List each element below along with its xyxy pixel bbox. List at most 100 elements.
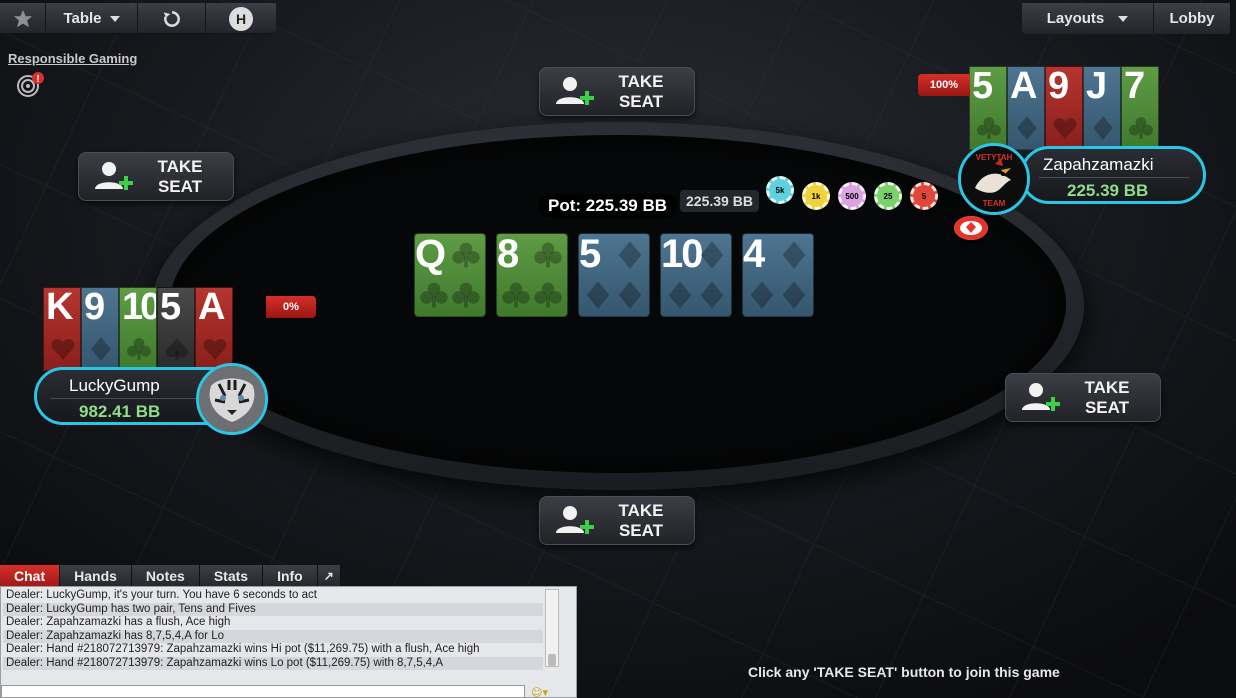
- popout-icon[interactable]: ↗: [317, 565, 341, 586]
- hand-history-button[interactable]: H: [206, 3, 276, 34]
- hand-history-icon: H: [229, 6, 253, 31]
- take-seat-label: TAKE SEAT: [157, 156, 203, 196]
- divider: [51, 398, 201, 399]
- top-right-toolbar: Layouts Lobby: [1022, 3, 1230, 34]
- diamonds-icon: [615, 280, 645, 310]
- card-rank: 10: [661, 233, 703, 276]
- clubs-icon: [533, 240, 563, 270]
- hole-card: 5: [969, 66, 1007, 150]
- take-seat-label: TAKE SEAT: [618, 71, 664, 111]
- board-card: 4: [742, 233, 814, 317]
- card-rank: Q: [415, 233, 446, 276]
- chat-line: Dealer: LuckyGump has two pair, Tens and…: [3, 602, 543, 616]
- player-stack: 225.39 BB: [1067, 181, 1149, 200]
- hole-card: 10: [119, 287, 157, 371]
- equity-badge: 100%: [918, 74, 970, 96]
- avatar-text-top: VETYTAH: [976, 153, 1013, 162]
- chat-input[interactable]: [1, 685, 525, 698]
- responsible-gaming-target-icon[interactable]: !: [12, 72, 46, 98]
- chevron-down-icon: [109, 15, 120, 22]
- player-name: LuckyGump: [69, 376, 160, 395]
- hearts-icon: [202, 336, 228, 362]
- diamonds-icon: [697, 280, 727, 310]
- hearts-icon: [50, 336, 76, 362]
- player-plate-zapahzamazki[interactable]: Zapahzamazki 225.39 BB: [1020, 146, 1206, 204]
- card-rank: J: [1086, 66, 1107, 107]
- diamonds-icon: [665, 280, 695, 310]
- diamonds-icon: [779, 240, 809, 270]
- clubs-icon: [1128, 115, 1154, 141]
- card-rank: 9: [1048, 66, 1069, 107]
- refresh-icon: [163, 10, 180, 27]
- top-toolbar: Table H: [0, 3, 276, 34]
- responsible-gaming-link[interactable]: Responsible Gaming: [8, 51, 137, 66]
- card-rank: A: [198, 287, 226, 328]
- clubs-icon: [501, 280, 531, 310]
- tab-info[interactable]: Info: [263, 565, 318, 586]
- chat-line: Dealer: LuckyGump, it's your turn. You h…: [6, 589, 317, 601]
- emoji-icon[interactable]: ☺▾: [531, 686, 548, 698]
- chat-log: Dealer: LuckyGump, it's your turn. You h…: [3, 589, 543, 670]
- diamonds-icon: [1090, 115, 1116, 141]
- take-seat-button-top[interactable]: TAKE SEAT: [539, 67, 695, 116]
- chat-panel: Dealer: LuckyGump, it's your turn. You h…: [0, 586, 577, 698]
- rebuy-button[interactable]: [138, 3, 206, 34]
- poker-chip: 25: [874, 182, 902, 210]
- card-rank: 5: [972, 66, 993, 107]
- hole-card: K: [43, 287, 81, 371]
- diamonds-icon: [615, 240, 645, 270]
- clubs-icon: [451, 280, 481, 310]
- pot-label: Pot: 225.39 BB: [538, 194, 678, 218]
- poker-chip: 500: [838, 182, 866, 210]
- player-name: Zapahzamazki: [1043, 155, 1154, 174]
- dealer-button: [954, 216, 988, 240]
- take-seat-label: TAKE SEAT: [618, 500, 664, 540]
- tab-hands[interactable]: Hands: [60, 565, 132, 586]
- board-card: 10: [660, 233, 732, 317]
- table-menu-label: Table: [63, 10, 102, 27]
- lobby-button[interactable]: Lobby: [1154, 3, 1230, 34]
- add-user-icon: [1018, 378, 1062, 418]
- diamonds-icon: [697, 240, 727, 270]
- add-user-icon: [552, 72, 596, 112]
- player-avatar[interactable]: VETYTAH TEAM: [958, 143, 1030, 215]
- diamonds-icon: [779, 280, 809, 310]
- hole-card: A: [1007, 66, 1045, 150]
- chat-line: Dealer: Zapahzamazki has 8,7,5,4,A for L…: [3, 629, 543, 643]
- chat-tabs: Chat Hands Notes Stats Info ↗: [0, 565, 341, 586]
- player-stack: 982.41 BB: [79, 402, 161, 421]
- avatar-text-bottom: TEAM: [983, 199, 1006, 208]
- take-seat-button-left[interactable]: TAKE SEAT: [78, 152, 234, 201]
- bet-amount: 225.39 BB: [680, 190, 759, 212]
- scroll-thumb[interactable]: [548, 654, 556, 666]
- tab-chat[interactable]: Chat: [0, 565, 61, 586]
- take-seat-hint: Click any 'TAKE SEAT' button to join thi…: [748, 664, 1060, 680]
- chat-line: Dealer: Hand #218072713979: Zapahzamazki…: [6, 643, 480, 655]
- clubs-icon: [126, 336, 152, 362]
- add-user-icon: [552, 501, 596, 541]
- tab-notes[interactable]: Notes: [131, 565, 200, 586]
- hole-card: 7: [1121, 66, 1159, 150]
- poker-chip: 5: [910, 182, 938, 210]
- board-card: 8: [496, 233, 568, 317]
- layouts-menu-button[interactable]: Layouts: [1022, 3, 1154, 34]
- equity-badge: 0%: [266, 296, 316, 318]
- spades-icon: [164, 336, 190, 362]
- diamonds-icon: [1014, 115, 1040, 141]
- hole-card: 9: [1045, 66, 1083, 150]
- take-seat-button-right[interactable]: TAKE SEAT: [1005, 373, 1161, 422]
- board-card: Q: [414, 233, 486, 317]
- take-seat-button-bottom[interactable]: TAKE SEAT: [539, 496, 695, 545]
- tab-stats[interactable]: Stats: [199, 565, 264, 586]
- table-menu-button[interactable]: Table: [46, 3, 138, 34]
- clubs-icon: [451, 240, 481, 270]
- clubs-icon: [533, 280, 563, 310]
- favorite-star-button[interactable]: [0, 3, 46, 34]
- hole-card: 9: [81, 287, 119, 371]
- diamonds-icon: [88, 336, 114, 362]
- player-avatar[interactable]: [196, 363, 268, 435]
- chat-scrollbar[interactable]: [545, 589, 559, 667]
- diamonds-icon: [583, 280, 613, 310]
- card-rank: 5: [579, 233, 601, 276]
- layouts-label: Layouts: [1046, 10, 1105, 27]
